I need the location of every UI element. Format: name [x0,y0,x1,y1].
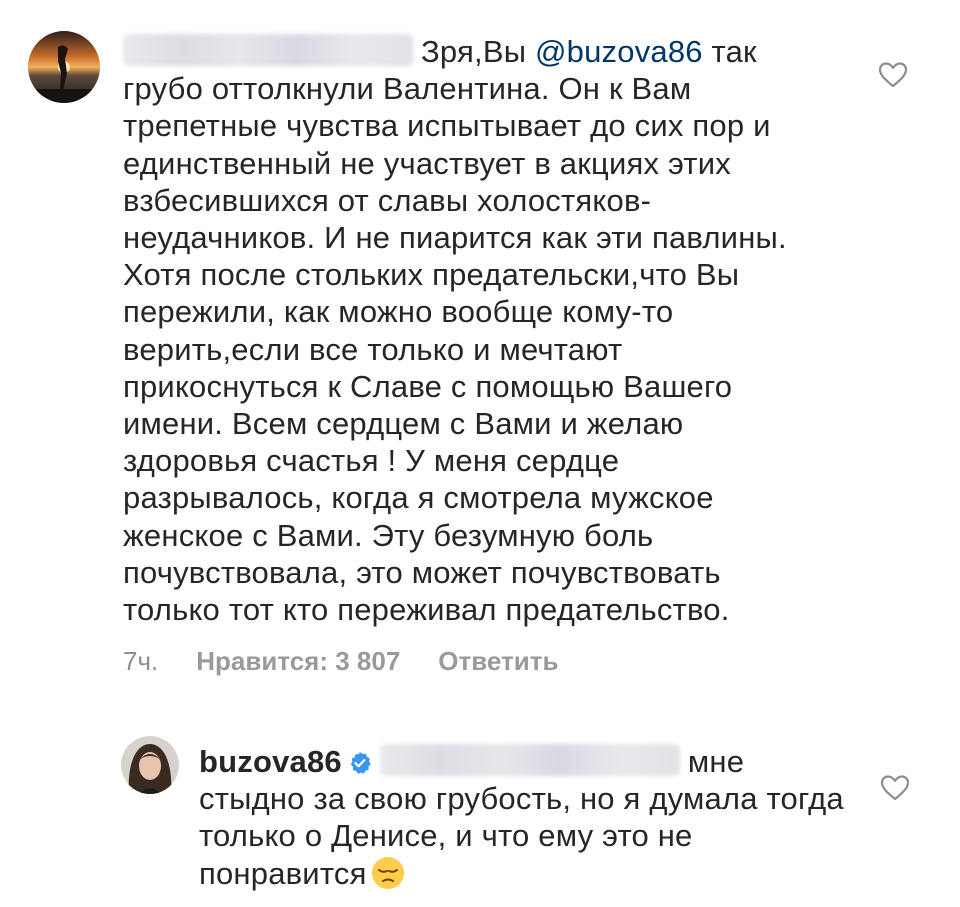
likes-count[interactable]: Нравится: 3 807 [196,646,400,677]
comment-body: так грубо оттолкнули Валентина. Он к Вам… [123,34,787,628]
comment-prefix: Зря,Вы [421,34,535,69]
heart-outline-icon[interactable] [878,61,908,89]
comment-text: Зря,Вы @buzova86 так грубо оттолкнули Ва… [123,33,813,628]
commenter-avatar[interactable] [28,31,100,103]
blurred-mention[interactable] [379,744,680,776]
comment-meta: 7ч. Нравится: 3 807 Ответить [123,646,558,677]
heart-outline-icon[interactable] [880,774,910,802]
mention-link[interactable]: @buzova86 [535,34,703,69]
timestamp: 7ч. [123,646,159,676]
woman-portrait-avatar-icon [121,736,179,794]
verified-badge-icon [350,752,371,774]
sunset-avatar-icon [28,31,100,103]
reply-avatar[interactable] [121,736,179,794]
reply-username[interactable]: buzova86 [199,744,342,779]
pensive-emoji [371,856,405,898]
reply-button[interactable]: Ответить [438,646,558,677]
reply-text: buzova86 мне стыдно за свою грубость, но… [199,743,849,898]
blurred-username[interactable] [123,34,413,66]
